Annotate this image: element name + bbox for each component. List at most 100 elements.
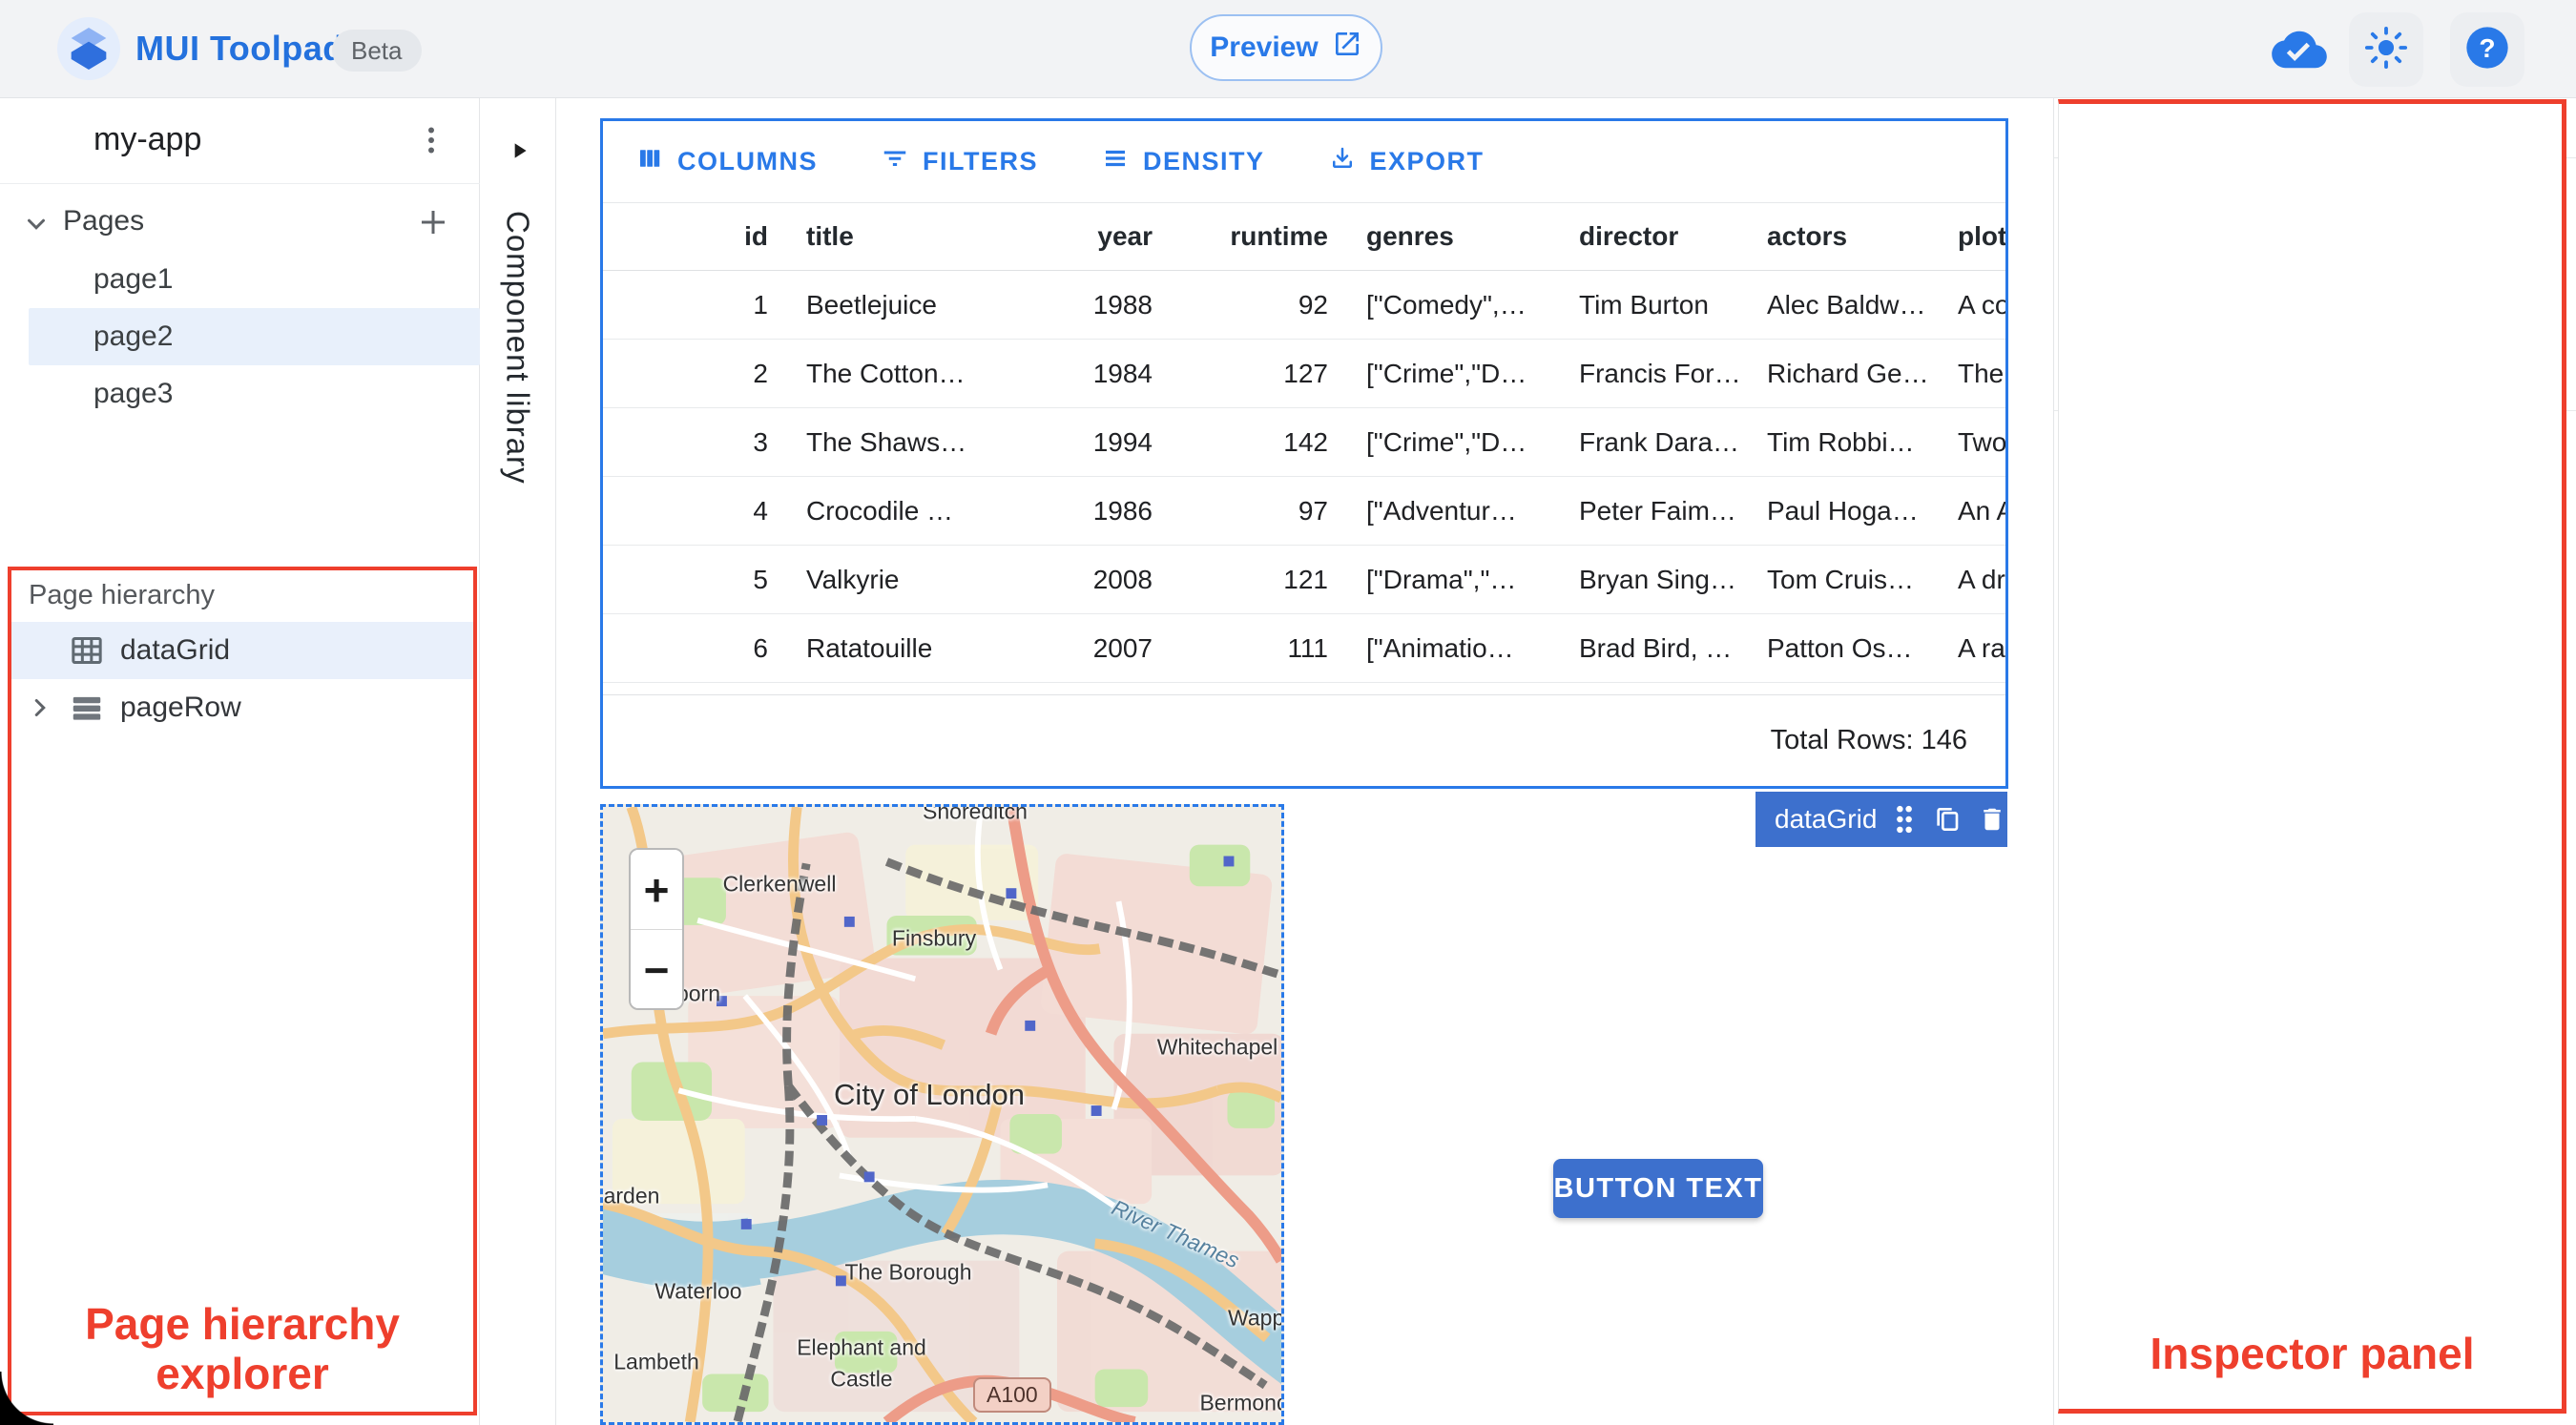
map-place-label: Whitechapel (1157, 1035, 1278, 1061)
node-name-label: Node name (2113, 250, 2252, 277)
columns-button[interactable]: COLUMNS (635, 144, 818, 179)
columns-button-label: COLUMNS (677, 147, 818, 176)
cell-genres: ["Comedy",… (1366, 289, 1527, 320)
help-button[interactable]: ? (2450, 12, 2524, 87)
dropdown-arrow-icon (2411, 710, 2440, 743)
loading-add-binding-icon[interactable] (2483, 1012, 2541, 1069)
project-menu-button[interactable] (405, 114, 458, 167)
page-hierarchy-title: Page hierarchy (29, 580, 216, 610)
cell-director: Bryan Sing… (1579, 564, 1736, 594)
density-add-binding-icon[interactable] (2483, 912, 2541, 969)
cell-runtime: 97 (1298, 495, 1328, 526)
rows-binding-link-icon[interactable] (2483, 502, 2541, 559)
window-corner (0, 1372, 53, 1425)
table-row[interactable]: 1 Beetlejuice 1988 92 ["Comedy",… Tim Bu… (603, 271, 2005, 340)
open-in-new-icon (1332, 29, 1362, 67)
table-row[interactable]: 6 Ratatouille 2007 111 ["Animatio… Brad … (603, 614, 2005, 683)
delete-button[interactable] (1978, 800, 2006, 838)
loading-checkbox[interactable] (2092, 1016, 2136, 1060)
cell-year: 2008 (1092, 564, 1153, 594)
chevron-down-icon[interactable] (17, 205, 55, 243)
duplicate-button[interactable] (1932, 800, 1963, 838)
cell-title: The Shaws… (806, 426, 967, 457)
map-place-label: River Thames (1108, 1195, 1243, 1274)
cell-title: Valkyrie (806, 564, 900, 594)
map-component[interactable]: Shoreditch Clerkenwell Finsbury born Whi… (600, 804, 1284, 1425)
density-select[interactable]: density compact (2092, 892, 2466, 977)
download-icon (1328, 144, 1357, 179)
chevron-right-icon[interactable] (23, 691, 57, 725)
filters-button[interactable]: FILTERS (881, 144, 1038, 179)
cell-actors: Alec Baldw… (1767, 289, 1926, 320)
datagrid-component[interactable]: COLUMNS FILTERS DENSITY EXPORT id title … (600, 118, 2008, 789)
loading-label: loading (2161, 1021, 2256, 1054)
annotation-line: Page hierarchy (85, 1299, 400, 1349)
id-field-select[interactable]: Id field (2092, 692, 2466, 760)
dropdown-arrow-icon (2411, 924, 2440, 958)
hierarchy-item-datagrid[interactable]: dataGrid (10, 622, 475, 679)
node-name-field[interactable]: Node name dataGrid (2090, 250, 2503, 337)
tab-theme[interactable]: Theme (2402, 98, 2576, 157)
table-row[interactable]: 5 Valkyrie 2008 121 ["Drama","… Bryan Si… (603, 546, 2005, 614)
table-row[interactable]: 2 The Cotton… 1984 127 ["Crime","D… Fran… (603, 340, 2005, 408)
sx-property-button[interactable]: sx (2092, 1188, 2466, 1252)
road-ref-badge: A100 (973, 1377, 1051, 1413)
column-header[interactable]: title (787, 221, 987, 252)
zoom-out-button[interactable]: − (631, 930, 682, 1008)
toolpad-app: MUI Toolpad Beta Preview ? my-app Pages … (0, 0, 2576, 1425)
cell-title: Crocodile … (806, 495, 954, 526)
tab-page[interactable]: Page (2054, 98, 2228, 157)
total-rows-label: Total Rows: 146 (1770, 724, 1967, 755)
map-place-label: Lambeth (613, 1350, 699, 1375)
columns-property-button[interactable]: columns (2109, 602, 2231, 636)
column-header[interactable]: runtime (1172, 221, 1347, 252)
component-heading: Component: Data Grid (2090, 194, 2425, 231)
preview-button[interactable]: Preview (1190, 14, 1382, 81)
zoom-in-button[interactable]: + (631, 850, 682, 930)
column-header[interactable]: year (987, 221, 1172, 252)
sidebar-page-item[interactable]: page1 (29, 251, 480, 308)
app-title: MUI Toolpad (135, 29, 344, 68)
add-page-button[interactable] (412, 201, 454, 243)
tab-component[interactable]: Component (2228, 98, 2401, 157)
hide-toolbar-checkbox[interactable] (2092, 1105, 2136, 1148)
inspector-tabs: Page Component Theme (2054, 98, 2576, 158)
project-name: my-app (93, 121, 202, 157)
column-header[interactable]: genres (1347, 221, 1560, 252)
top-bar: MUI Toolpad Beta Preview ? (0, 0, 2576, 98)
selection-property-button[interactable]: selection (2092, 795, 2466, 864)
density-button[interactable]: DENSITY (1101, 144, 1265, 179)
export-button[interactable]: EXPORT (1328, 144, 1485, 179)
export-button-label: EXPORT (1369, 147, 1485, 176)
column-header[interactable]: plot (1939, 221, 2005, 252)
cell-plot: A dr (1958, 564, 2005, 594)
cell-year: 2007 (1092, 632, 1153, 663)
column-header[interactable]: id (603, 221, 787, 252)
table-row[interactable]: 3 The Shaws… 1994 142 ["Crime","D… Frank… (603, 408, 2005, 477)
canvas-button-component[interactable]: BUTTON TEXT (1553, 1159, 1763, 1218)
expand-library-icon[interactable] (503, 134, 535, 167)
loading-checkbox-row[interactable]: loading (2092, 1016, 2256, 1060)
datagrid-footer: Total Rows: 146 (603, 694, 2005, 785)
sidebar-page-item[interactable]: page3 (29, 365, 480, 423)
selected-node-name: dataGrid (1775, 804, 1878, 834)
column-header[interactable]: actors (1748, 221, 1939, 252)
rows-property-button[interactable]: rows (2092, 497, 2466, 564)
page-item-label: page1 (93, 263, 174, 295)
cell-title: Beetlejuice (806, 289, 937, 320)
cell-year: 1994 (1092, 426, 1153, 457)
drag-handle-icon[interactable] (1892, 800, 1917, 838)
hide-toolbar-checkbox-row[interactable]: hideToolbar (2092, 1105, 2314, 1148)
id-field-add-binding-icon[interactable] (2483, 697, 2541, 754)
column-header[interactable]: director (1560, 221, 1748, 252)
sidebar-page-item[interactable]: page2 (29, 308, 480, 365)
page-hierarchy-annotation-label: Page hierarchy explorer (8, 1299, 477, 1398)
theme-toggle-button[interactable] (2349, 12, 2423, 87)
sx-add-binding-icon[interactable] (2483, 1191, 2541, 1249)
hide-toolbar-add-binding-icon[interactable] (2483, 1101, 2541, 1158)
table-row[interactable]: 4 Crocodile … 1986 97 ["Adventur… Peter … (603, 477, 2005, 546)
svg-text:?: ? (2479, 32, 2495, 62)
hierarchy-item-pagerow[interactable]: pageRow (10, 679, 475, 736)
map-place-label: Elephant and (797, 1335, 926, 1361)
row-icon (67, 688, 107, 728)
